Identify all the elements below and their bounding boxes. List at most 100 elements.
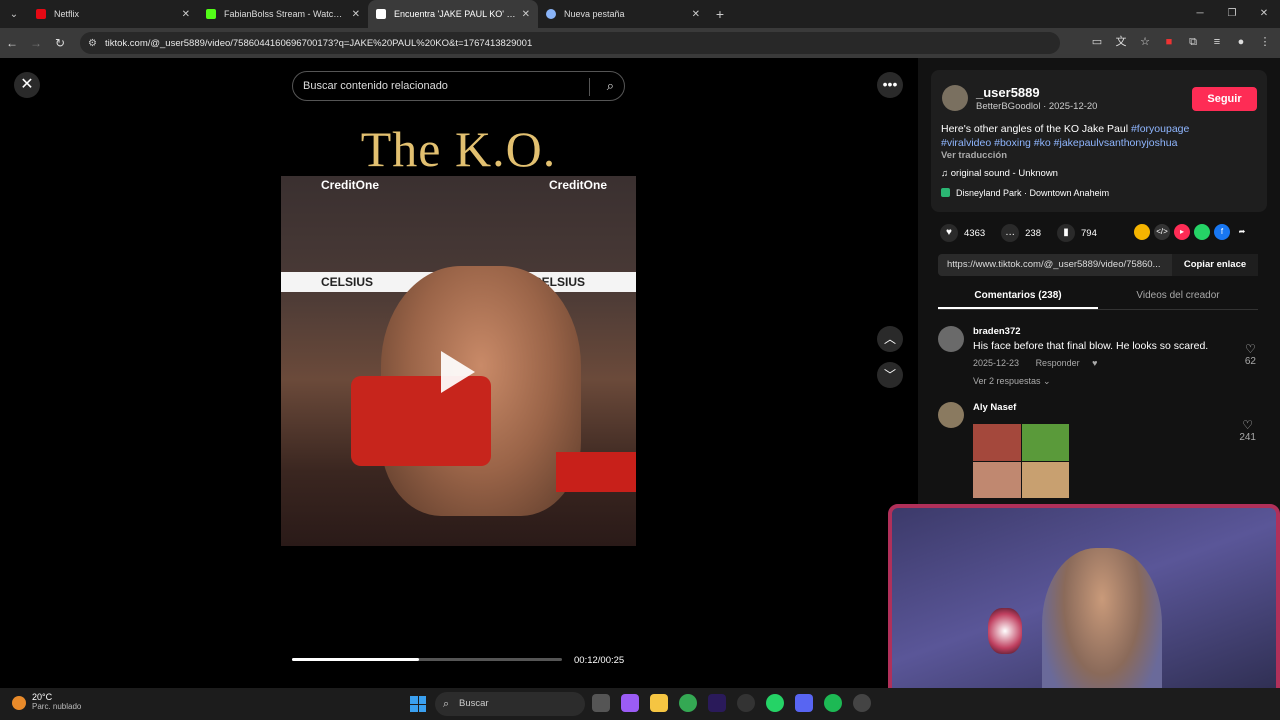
search-placeholder: Buscar contenido relacionado bbox=[303, 80, 448, 92]
back-arrow-icon[interactable]: ← bbox=[0, 36, 24, 50]
sound-link[interactable]: ♫ original sound - Unknown bbox=[941, 168, 1058, 179]
more-options-button[interactable]: ••• bbox=[877, 72, 903, 98]
close-tab-icon[interactable]: ✕ bbox=[352, 9, 360, 20]
heart-outline-icon[interactable]: ♡ bbox=[1245, 342, 1256, 356]
weather-widget[interactable]: 20°C Parc. nublado bbox=[12, 692, 81, 711]
whatsapp-icon[interactable] bbox=[1194, 224, 1210, 240]
next-video-button[interactable]: ﹀ bbox=[877, 362, 903, 388]
translate-icon[interactable]: 文 bbox=[1114, 34, 1128, 50]
save-count: 794 bbox=[1081, 227, 1097, 239]
comment-bubble-icon[interactable]: … bbox=[1001, 224, 1020, 242]
close-tab-icon[interactable]: ✕ bbox=[692, 9, 700, 20]
repost-icon[interactable] bbox=[1134, 224, 1150, 240]
video-time: 00:12/00:25 bbox=[574, 655, 625, 666]
tab-label: Encuentra 'JAKE PAUL KO' en TikTok bbox=[394, 9, 516, 19]
commenter-name[interactable]: braden372 bbox=[973, 326, 1021, 337]
windows-start-icon[interactable] bbox=[410, 696, 426, 712]
new-tab-plus-icon[interactable]: + bbox=[708, 6, 732, 22]
creator-subline: BetterBGoodlol · 2025-12-20 bbox=[976, 101, 1098, 112]
comment-like[interactable]: ♡ 62 bbox=[1245, 342, 1256, 367]
bookmark-star-icon[interactable]: ☆ bbox=[1138, 34, 1152, 50]
tab-kick-stream[interactable]: FabianBolss Stream - Watch Live ✕ bbox=[198, 0, 368, 28]
panel-tabs: Comentarios (238) Videos del creador bbox=[938, 284, 1258, 310]
creator-avatar[interactable] bbox=[942, 85, 968, 111]
video-overlay-title: The K.O. bbox=[360, 121, 557, 177]
minimize-icon[interactable]: ─ bbox=[1184, 0, 1216, 28]
commenter-avatar[interactable] bbox=[938, 326, 964, 352]
whatsapp-icon[interactable] bbox=[766, 694, 784, 712]
bookmark-icon[interactable]: ▮ bbox=[1057, 224, 1075, 242]
close-window-icon[interactable]: ✕ bbox=[1248, 0, 1280, 28]
commenter-avatar[interactable] bbox=[938, 402, 964, 428]
view-replies-link[interactable]: Ver 2 respuestas ⌄ bbox=[973, 376, 1051, 387]
send-icon[interactable]: ▸ bbox=[1174, 224, 1190, 240]
heart-icon[interactable]: ♥ bbox=[940, 224, 958, 242]
commenter-name[interactable]: Aly Nasef bbox=[973, 402, 1016, 413]
video-progress-bar[interactable] bbox=[292, 658, 562, 661]
tab-search-icon[interactable]: ⌄ bbox=[0, 0, 28, 28]
site-info-icon[interactable]: ⚙ bbox=[88, 38, 97, 49]
video-player[interactable]: CreditOne CreditOne CELSIUS CELSIUS The … bbox=[281, 58, 636, 688]
share-arrow-icon[interactable]: ➦ bbox=[1234, 224, 1250, 240]
window-controls: ─ ❐ ✕ bbox=[1184, 0, 1280, 28]
previous-video-button[interactable]: ︿ bbox=[877, 326, 903, 352]
post-description: Here's other angles of the KO Jake Paul … bbox=[941, 122, 1261, 150]
task-view-icon[interactable] bbox=[592, 694, 610, 712]
embed-icon[interactable]: </> bbox=[1154, 224, 1170, 240]
extensions-icon[interactable]: ⧉ bbox=[1186, 34, 1200, 50]
close-tab-icon[interactable]: ✕ bbox=[182, 9, 190, 20]
creator-username[interactable]: _user5889 bbox=[976, 85, 1040, 100]
tab-label: FabianBolss Stream - Watch Live bbox=[224, 9, 346, 19]
comment-like-count: 241 bbox=[1239, 432, 1256, 443]
sponsor-banner: CreditOne bbox=[321, 178, 380, 192]
profile-avatar-icon[interactable]: ● bbox=[1234, 34, 1248, 50]
windows-taskbar: 20°C Parc. nublado ⌕ Buscar bbox=[0, 688, 1280, 720]
premiere-icon[interactable] bbox=[708, 694, 726, 712]
reply-button[interactable]: Responder bbox=[1036, 358, 1080, 368]
chrome-icon[interactable] bbox=[679, 694, 697, 712]
progress-fill bbox=[292, 658, 419, 661]
comment-like[interactable]: ♡ 241 bbox=[1239, 418, 1256, 443]
discord-icon[interactable] bbox=[795, 694, 813, 712]
sponsor-banner: CreditOne bbox=[549, 178, 608, 192]
tab-netflix[interactable]: Netflix ✕ bbox=[28, 0, 198, 28]
cast-icon[interactable]: ▭ bbox=[1090, 34, 1104, 50]
restore-icon[interactable]: ❐ bbox=[1216, 0, 1248, 28]
arrow-app-icon[interactable] bbox=[853, 694, 871, 712]
file-explorer-icon[interactable] bbox=[650, 694, 668, 712]
hashtag-link[interactable]: #foryoupage bbox=[1131, 123, 1189, 135]
heart-outline-icon[interactable]: ♡ bbox=[1239, 418, 1256, 432]
video-frame[interactable]: CreditOne CreditOne CELSIUS CELSIUS bbox=[281, 176, 636, 546]
video-link-box[interactable]: https://www.tiktok.com/@_user5889/video/… bbox=[938, 254, 1258, 276]
video-link-text: https://www.tiktok.com/@_user5889/video/… bbox=[947, 259, 1161, 270]
weather-icon bbox=[12, 696, 26, 710]
close-video-button[interactable]: ✕ bbox=[14, 72, 40, 98]
reload-icon[interactable]: ↻ bbox=[48, 36, 72, 50]
facebook-icon[interactable]: f bbox=[1214, 224, 1230, 240]
tab-creator-videos[interactable]: Videos del creador bbox=[1098, 284, 1258, 309]
location-link[interactable]: Disneyland Park · Downtown Anaheim bbox=[941, 188, 1109, 198]
browser-menu-icon[interactable]: ⋮ bbox=[1258, 34, 1272, 50]
taskbar-search[interactable]: ⌕ Buscar bbox=[435, 692, 585, 716]
url-field[interactable]: ⚙ tiktok.com/@_user5889/video/7586044160… bbox=[80, 32, 1060, 54]
media-icon[interactable]: ≡ bbox=[1210, 34, 1224, 50]
translate-link[interactable]: Ver traducción bbox=[941, 150, 1007, 161]
close-tab-icon[interactable]: ✕ bbox=[522, 9, 530, 20]
tab-comments[interactable]: Comentarios (238) bbox=[938, 284, 1098, 309]
obs-icon[interactable] bbox=[737, 694, 755, 712]
search-icon[interactable]: ⌕ bbox=[607, 78, 614, 94]
hashtag-link[interactable]: #viralvideo #boxing #ko #jakepaulvsantho… bbox=[941, 137, 1177, 149]
divider bbox=[589, 78, 590, 96]
play-icon[interactable] bbox=[441, 351, 475, 393]
copilot-icon[interactable] bbox=[621, 694, 639, 712]
related-search-input[interactable]: Buscar contenido relacionado ⌕ bbox=[292, 71, 625, 101]
comment-image-collage[interactable] bbox=[973, 424, 1069, 498]
adblock-icon[interactable]: ■ bbox=[1162, 34, 1176, 50]
copy-link-button[interactable]: Copiar enlace bbox=[1172, 254, 1258, 276]
tab-new-tab[interactable]: Nueva pestaña ✕ bbox=[538, 0, 708, 28]
follow-button[interactable]: Seguir bbox=[1192, 87, 1257, 111]
tab-tiktok[interactable]: Encuentra 'JAKE PAUL KO' en TikTok ✕ bbox=[368, 0, 538, 28]
comment-like-count: 62 bbox=[1244, 356, 1256, 367]
forward-arrow-icon[interactable]: → bbox=[24, 36, 48, 50]
spotify-icon[interactable] bbox=[824, 694, 842, 712]
